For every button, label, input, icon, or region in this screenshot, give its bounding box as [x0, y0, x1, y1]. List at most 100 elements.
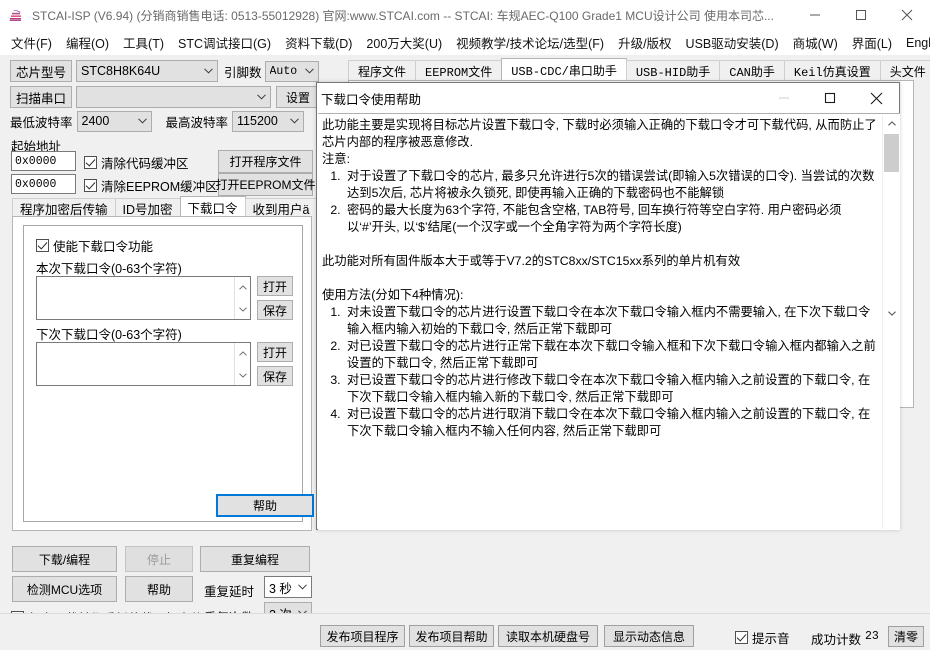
pin-count-label: 引脚数 [224, 65, 262, 80]
tab-usb-cdc-serial[interactable]: USB-CDC/串口助手 [501, 58, 627, 81]
scroll-up-icon[interactable] [883, 115, 900, 132]
current-password-label: 本次下载口令(0-63个字符) [36, 262, 182, 276]
scan-port-combo[interactable] [76, 86, 271, 108]
tab-usb-hid[interactable]: USB-HID助手 [625, 60, 721, 81]
menu-item-stc-debug[interactable]: STC调试接口(G) [171, 30, 278, 55]
repeat-delay-combo[interactable]: 3 秒 [264, 576, 312, 598]
menu-item-program[interactable]: 编程(O) [59, 30, 116, 55]
menu-item-upgrade[interactable]: 升级/版权 [611, 30, 678, 55]
sub-tab-user-received[interactable]: 收到用户ä [244, 198, 318, 217]
show-dynamic-info-button[interactable]: 显示动态信息 [604, 625, 694, 647]
max-baud-combo[interactable]: 115200 [232, 110, 305, 132]
pin-count-value: Auto [269, 64, 298, 78]
open-program-file-button[interactable]: 打开程序文件 [218, 150, 313, 173]
menu-item-file[interactable]: 文件(F) [4, 30, 59, 55]
download-password-groupbox: 使能下载口令功能 本次下载口令(0-63个字符) 打开 保存 下次下载口令(0-… [23, 225, 314, 522]
current-password-input[interactable] [36, 276, 251, 320]
read-disk-id-button[interactable]: 读取本机硬盘号 [498, 625, 598, 647]
bottom-help-button[interactable]: 帮助 [125, 576, 193, 602]
scroll-down-icon[interactable] [235, 301, 251, 317]
help-notice-item: 对于设置了下载口令的芯片, 最多只允许进行5次的错误尝试(即输入5次错误的口令)… [344, 168, 878, 202]
current-password-scrollbar[interactable] [234, 277, 250, 319]
success-count-label: 成功计数 [811, 633, 862, 647]
pin-count-combo[interactable]: Auto [264, 60, 319, 82]
dialog-body: 此功能主要是实现将目标芯片设置下载口令, 下载时必须输入正确的下载口令才可下载代… [318, 113, 900, 530]
enable-download-password-checkbox[interactable]: 使能下载口令功能 [36, 236, 153, 255]
dialog-vertical-scrollbar[interactable] [882, 115, 899, 529]
download-password-panel: 使能下载口令功能 本次下载口令(0-63个字符) 打开 保存 下次下载口令(0-… [12, 216, 314, 531]
publish-project-help-button[interactable]: 发布项目帮助 [409, 625, 494, 647]
checkbox-icon [84, 156, 97, 169]
current-password-open-button[interactable]: 打开 [257, 276, 293, 296]
sub-tab-id-encryption[interactable]: ID号加密 [114, 198, 181, 217]
enable-download-password-label: 使能下载口令功能 [53, 240, 154, 254]
menu-item-ui[interactable]: 界面(L) [845, 30, 899, 55]
stop-button[interactable]: 停止 [125, 546, 193, 572]
tab-can[interactable]: CAN助手 [719, 60, 785, 81]
help-notice-list: 对于设置了下载口令的芯片, 最多只允许进行5次的错误尝试(即输入5次错误的口令)… [322, 168, 878, 236]
scroll-down-icon[interactable] [883, 305, 900, 322]
maximize-button[interactable] [838, 0, 884, 30]
eeprom-start-address-input[interactable]: 0x0000 [11, 174, 76, 194]
menu-item-video-forum[interactable]: 视频教学/技术论坛/选型(F) [449, 30, 611, 55]
scan-port-label: 扫描串口 [10, 86, 72, 108]
code-start-address-input[interactable]: 0x0000 [11, 151, 76, 171]
minimize-button[interactable] [792, 0, 838, 30]
menu-item-tools[interactable]: 工具(T) [116, 30, 171, 55]
min-baud-combo[interactable]: 2400 [76, 110, 152, 132]
scrollbar-thumb[interactable] [884, 134, 899, 172]
tab-eeprom-file[interactable]: EEPROM文件 [415, 60, 503, 81]
help-usage-item: 对已设置下载口令的芯片进行取消下载口令在本次下载口令输入框内输入之前设置的下载口… [344, 406, 878, 440]
dialog-maximize-button[interactable] [807, 84, 853, 113]
tab-program-file[interactable]: 程序文件 [348, 60, 417, 81]
title-bar: STCAI-ISP (V6.94) (分销商销售电话: 0513-5501292… [0, 0, 930, 30]
dialog-minimize-button [761, 84, 807, 113]
clear-eeprom-buffer-checkbox[interactable]: 清除EEPROM缓冲区 [84, 176, 218, 195]
dialog-close-button[interactable] [853, 84, 899, 113]
menu-item-downloads[interactable]: 资料下载(D) [278, 30, 359, 55]
scroll-up-icon[interactable] [235, 345, 251, 361]
close-button[interactable] [884, 0, 930, 30]
dialog-title-bar: 下载口令使用帮助 [317, 83, 899, 113]
sub-tab-download-password[interactable]: 下载口令 [179, 196, 246, 217]
clear-code-buffer-checkbox[interactable]: 清除代码缓冲区 [84, 153, 189, 172]
tab-keil-sim[interactable]: Keil仿真设置 [783, 60, 881, 81]
help-intro-line2: 芯片内部的程序被恶意修改. [322, 135, 473, 149]
dialog-help-text: 此功能主要是实现将目标芯片设置下载口令, 下载时必须输入正确的下载口令才可下载代… [320, 116, 881, 527]
menu-bar: 文件(F) 编程(O) 工具(T) STC调试接口(G) 资料下载(D) 200… [0, 30, 930, 55]
max-baud-label: 最高波特率 [165, 115, 229, 130]
repeat-program-button[interactable]: 重复编程 [200, 546, 310, 572]
left-tab-strip: 程序加密后传输 ID号加密 下载口令 收到用户ä ◀ ▶ [12, 196, 339, 217]
next-password-open-button[interactable]: 打开 [257, 342, 293, 362]
scan-port-row: 扫描串口 设置 [10, 86, 320, 108]
chip-model-combo[interactable]: STC8H8K64U [76, 60, 218, 82]
download-password-help-dialog: 下载口令使用帮助 此功能主要是实现将目标芯片设置下载口令, 下载时必须输入正确的… [316, 82, 900, 530]
menu-item-english[interactable]: English [899, 33, 930, 53]
scroll-up-icon[interactable] [235, 279, 251, 295]
stc-logo-icon [8, 7, 24, 23]
checkbox-icon [36, 239, 49, 252]
sub-tab-encrypted-transfer[interactable]: 程序加密后传输 [12, 198, 116, 217]
menu-item-mall[interactable]: 商城(W) [786, 30, 845, 55]
publish-project-program-button[interactable]: 发布项目程序 [320, 625, 405, 647]
success-count-value: 23 [865, 630, 879, 643]
current-password-save-button[interactable]: 保存 [257, 300, 293, 320]
next-password-input[interactable] [36, 342, 251, 386]
next-password-scrollbar[interactable] [234, 343, 250, 385]
download-program-button[interactable]: 下载/编程 [12, 546, 117, 572]
next-password-save-button[interactable]: 保存 [257, 366, 293, 386]
password-help-button[interactable]: 帮助 [216, 494, 314, 517]
menu-item-usb-driver[interactable]: USB驱动安装(D) [679, 30, 786, 55]
scroll-down-icon[interactable] [235, 367, 251, 383]
settings-button[interactable]: 设置 [276, 86, 320, 108]
help-usage-item: 对未设置下载口令的芯片进行设置下载口令在本次下载口令输入框内不需要输入, 在下次… [344, 304, 878, 338]
menu-item-prize[interactable]: 200万大奖(U) [359, 30, 449, 55]
clear-count-button[interactable]: 清零 [888, 626, 924, 647]
beep-checkbox[interactable]: 提示音 [735, 628, 790, 647]
detect-mcu-button[interactable]: 检测MCU选项 [12, 576, 117, 602]
open-eeprom-file-button[interactable]: 打开EEPROM文件 [216, 173, 316, 196]
clear-code-buffer-label: 清除代码缓冲区 [101, 157, 189, 171]
tab-header-file[interactable]: 头文件 [879, 60, 930, 81]
main-tab-strip: 程序文件 EEPROM文件 USB-CDC/串口助手 USB-HID助手 CAN… [348, 58, 930, 81]
